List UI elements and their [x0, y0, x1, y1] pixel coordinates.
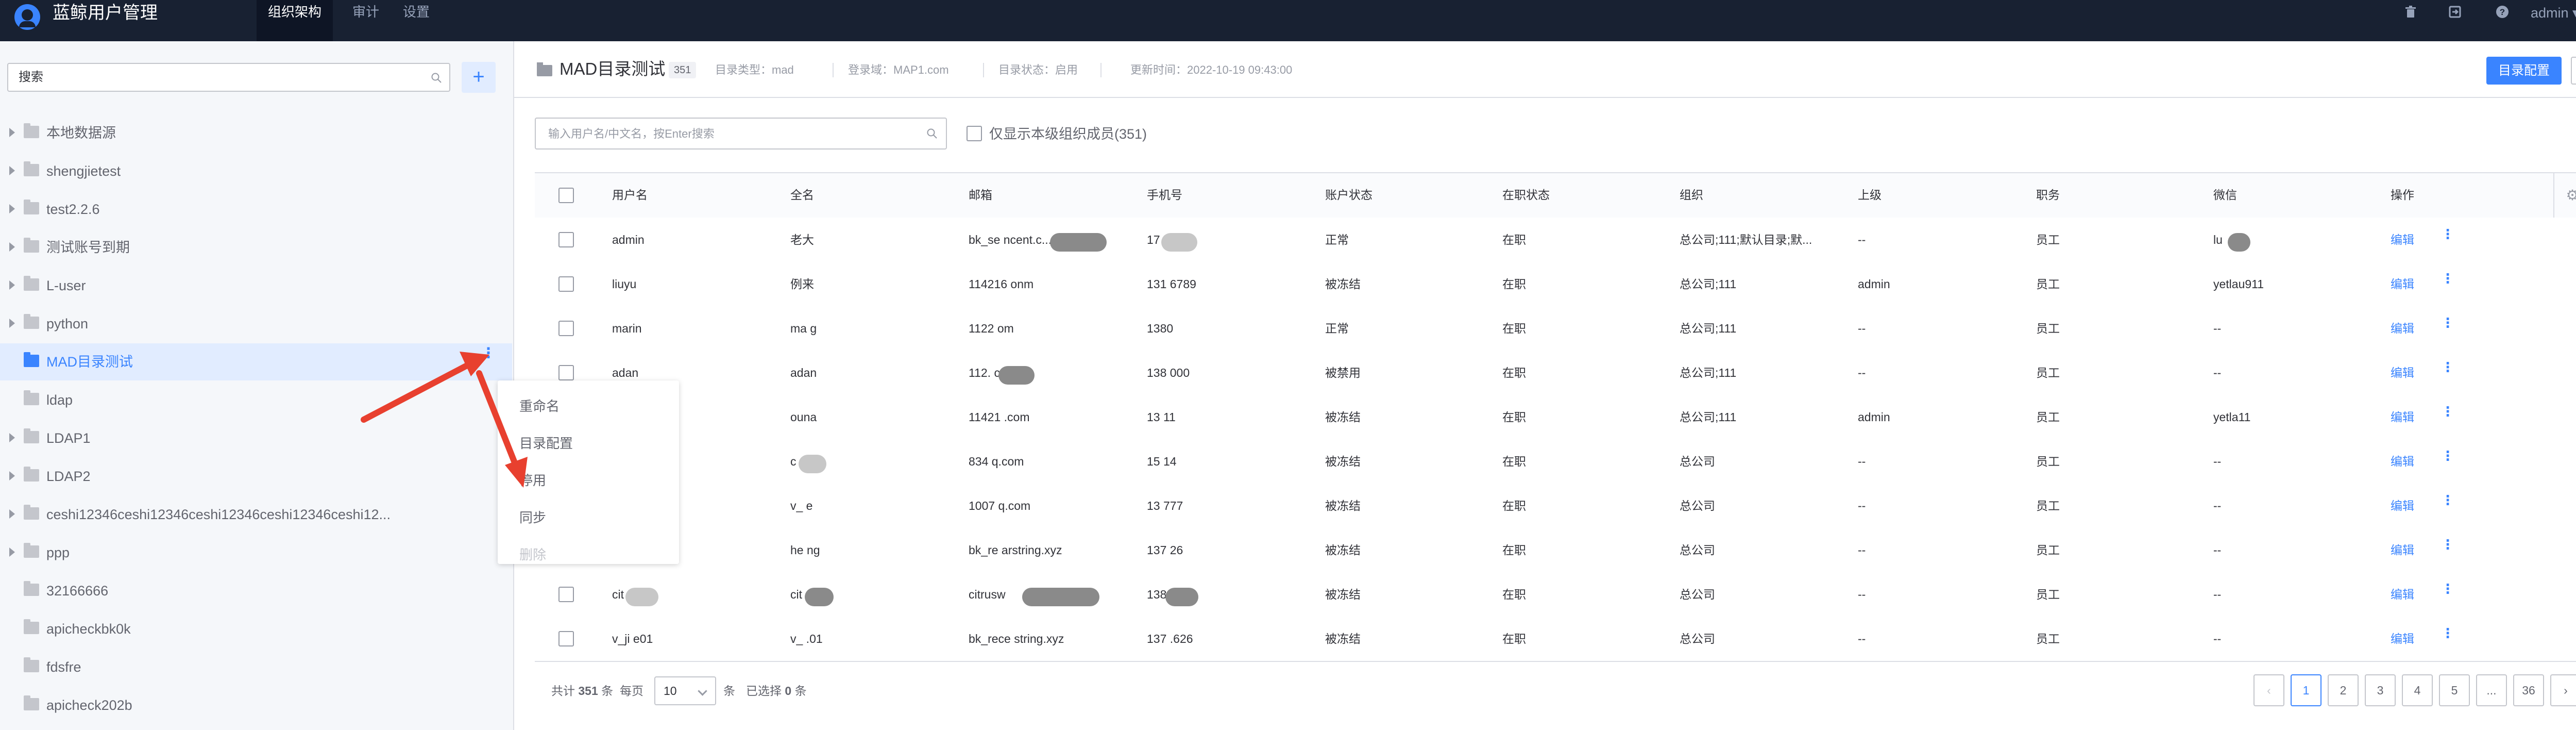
annotation-arrow-shaft [476, 370, 518, 467]
annotation-arrow-shaft [361, 361, 473, 423]
annotation-arrows [361, 352, 528, 488]
annotation-arrowhead [505, 457, 528, 488]
app-root: 蓝鲸用户管理 组织架构 审计 设置 ? admin ▾ 搜索 + 本地数据源 s… [0, 0, 2576, 730]
